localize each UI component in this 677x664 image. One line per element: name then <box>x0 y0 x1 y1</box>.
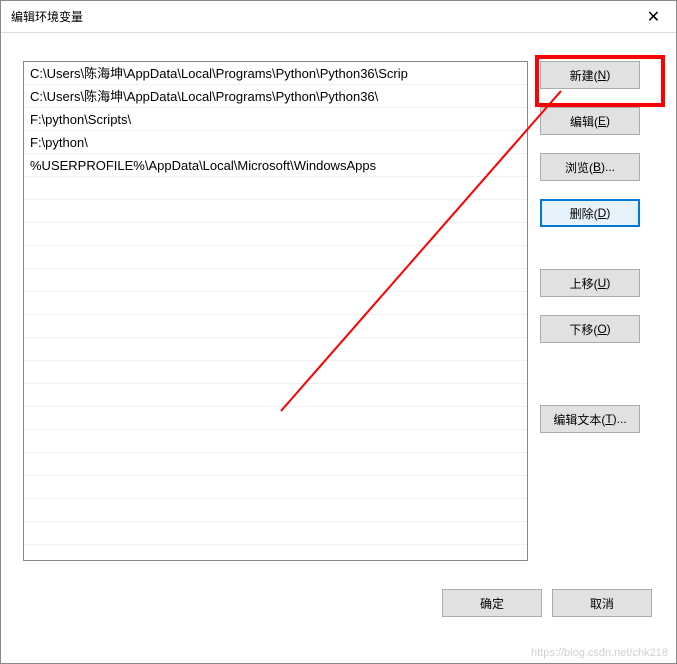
empty-row <box>24 430 527 453</box>
list-item[interactable]: %USERPROFILE%\AppData\Local\Microsoft\Wi… <box>24 154 527 177</box>
edit-text-button[interactable]: 编辑文本(T)... <box>540 405 640 433</box>
empty-row <box>24 453 527 476</box>
window-title: 编辑环境变量 <box>11 8 83 25</box>
empty-row <box>24 384 527 407</box>
empty-row <box>24 476 527 499</box>
close-button[interactable]: ✕ <box>631 1 676 33</box>
delete-button[interactable]: 删除(D) <box>540 199 640 227</box>
close-icon: ✕ <box>647 7 660 27</box>
path-listbox[interactable]: C:\Users\陈海坤\AppData\Local\Programs\Pyth… <box>23 61 528 561</box>
list-item[interactable]: C:\Users\陈海坤\AppData\Local\Programs\Pyth… <box>24 85 527 108</box>
cancel-button[interactable]: 取消 <box>552 589 652 617</box>
empty-row <box>24 269 527 292</box>
new-button[interactable]: 新建(N) <box>540 61 640 89</box>
empty-row <box>24 292 527 315</box>
dialog-buttons: 确定 取消 <box>23 589 654 617</box>
empty-row <box>24 338 527 361</box>
list-item[interactable]: F:\python\Scripts\ <box>24 108 527 131</box>
empty-row <box>24 361 527 384</box>
watermark: https://blog.csdn.net/chk218 <box>531 647 668 659</box>
move-up-button[interactable]: 上移(U) <box>540 269 640 297</box>
edit-button[interactable]: 编辑(E) <box>540 107 640 135</box>
empty-row <box>24 407 527 430</box>
dialog-content: C:\Users\陈海坤\AppData\Local\Programs\Pyth… <box>1 33 676 637</box>
side-button-column: 新建(N) 编辑(E) 浏览(B)... 删除(D) 上移(U) 下移(O) <box>540 61 640 561</box>
empty-row <box>24 522 527 545</box>
ok-button[interactable]: 确定 <box>442 589 542 617</box>
empty-row <box>24 315 527 338</box>
empty-row <box>24 246 527 269</box>
list-item[interactable]: C:\Users\陈海坤\AppData\Local\Programs\Pyth… <box>24 62 527 85</box>
list-item[interactable]: F:\python\ <box>24 131 527 154</box>
empty-row <box>24 200 527 223</box>
empty-row <box>24 177 527 200</box>
titlebar: 编辑环境变量 ✕ <box>1 1 676 33</box>
empty-row <box>24 223 527 246</box>
move-down-button[interactable]: 下移(O) <box>540 315 640 343</box>
empty-row <box>24 499 527 522</box>
browse-button[interactable]: 浏览(B)... <box>540 153 640 181</box>
